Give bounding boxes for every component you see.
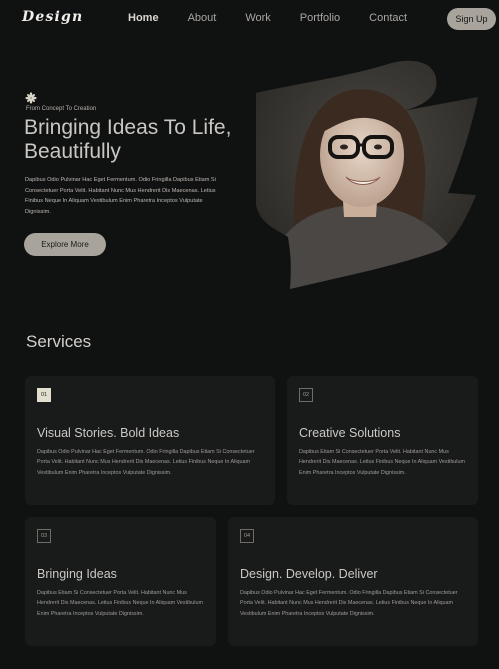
- nav-link-home[interactable]: Home: [128, 12, 159, 24]
- nav-link-about[interactable]: About: [188, 12, 217, 24]
- hero-description: Dapibus Odio Pulvinar Hac Eget Fermentum…: [25, 177, 216, 215]
- service-card-2[interactable]: 02 Creative Solutions Dapibus Etiam Si C…: [287, 376, 478, 505]
- nav-links: Home About Work Portfolio Contact: [128, 12, 436, 24]
- nav-link-work[interactable]: Work: [245, 12, 270, 24]
- nav-link-contact[interactable]: Contact: [369, 12, 407, 24]
- asterisk-flower-icon: [25, 92, 37, 104]
- sign-up-button[interactable]: Sign Up: [447, 8, 496, 30]
- card-title: Visual Stories. Bold Ideas: [37, 426, 180, 440]
- hero-portrait-image: [256, 60, 478, 289]
- card-title: Creative Solutions: [299, 426, 401, 440]
- card-title: Design. Develop. Deliver: [240, 567, 378, 581]
- card-number: 03: [37, 529, 51, 543]
- hero-title: Bringing Ideas To Life, Beautifully: [24, 116, 232, 163]
- card-title: Bringing Ideas: [37, 567, 117, 581]
- card-number: 01: [37, 388, 51, 402]
- card-number: 02: [299, 388, 313, 402]
- service-card-1[interactable]: 01 Visual Stories. Bold Ideas Dapibus Od…: [25, 376, 275, 505]
- service-card-4[interactable]: 04 Design. Develop. Deliver Dapibus Odio…: [228, 517, 478, 646]
- card-number: 04: [240, 529, 254, 543]
- card-text: Dapibus Etiam Si Consectetuer Porta Veli…: [299, 449, 465, 476]
- card-text: Dapibus Odio Pulvinar Hac Eget Fermentum…: [240, 590, 458, 617]
- service-card-3[interactable]: 03 Bringing Ideas Dapibus Etiam Si Conse…: [25, 517, 216, 646]
- services-title: Services: [26, 332, 92, 351]
- top-nav: Design Home About Work Portfolio Contact…: [0, 0, 499, 38]
- hero-eyebrow: From Concept To Creation: [26, 106, 97, 112]
- nav-link-portfolio[interactable]: Portfolio: [300, 12, 340, 24]
- logo[interactable]: Design: [22, 9, 83, 25]
- explore-more-button[interactable]: Explore More: [24, 233, 106, 256]
- card-text: Dapibus Odio Pulvinar Hac Eget Fermentum…: [37, 449, 255, 476]
- card-text: Dapibus Etiam Si Consectetuer Porta Veli…: [37, 590, 203, 617]
